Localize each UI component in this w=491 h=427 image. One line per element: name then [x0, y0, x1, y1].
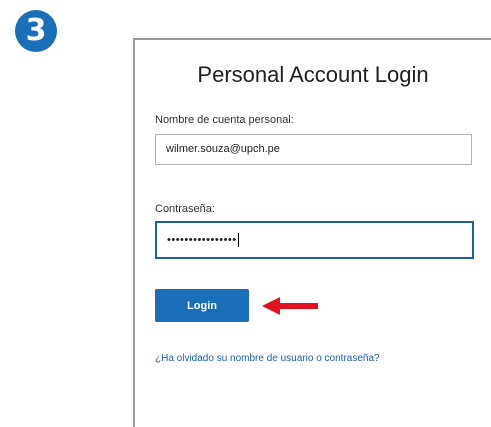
login-panel: Personal Account Login Nombre de cuenta … [133, 38, 491, 427]
panel-title: Personal Account Login [197, 62, 429, 87]
text-caret [237, 233, 239, 247]
red-arrow-shape [262, 297, 318, 315]
password-input[interactable]: •••••••••••••••• [155, 221, 474, 259]
username-value: wilmer.souza@upch.pe [166, 143, 280, 155]
page: 3 Personal Account Login Nombre de cuent… [0, 0, 491, 427]
username-input[interactable]: wilmer.souza@upch.pe [155, 134, 472, 165]
password-label: Contraseña: [155, 203, 215, 215]
login-button[interactable]: Login [155, 289, 249, 322]
forgot-credentials-link[interactable]: ¿Ha olvidado su nombre de usuario o cont… [155, 353, 380, 364]
step-number: 3 [25, 13, 47, 48]
step-number-badge: 3 [15, 10, 57, 52]
password-value: •••••••••••••••• [167, 233, 237, 246]
username-label: Nombre de cuenta personal: [155, 114, 294, 126]
red-arrow-icon [262, 297, 318, 315]
